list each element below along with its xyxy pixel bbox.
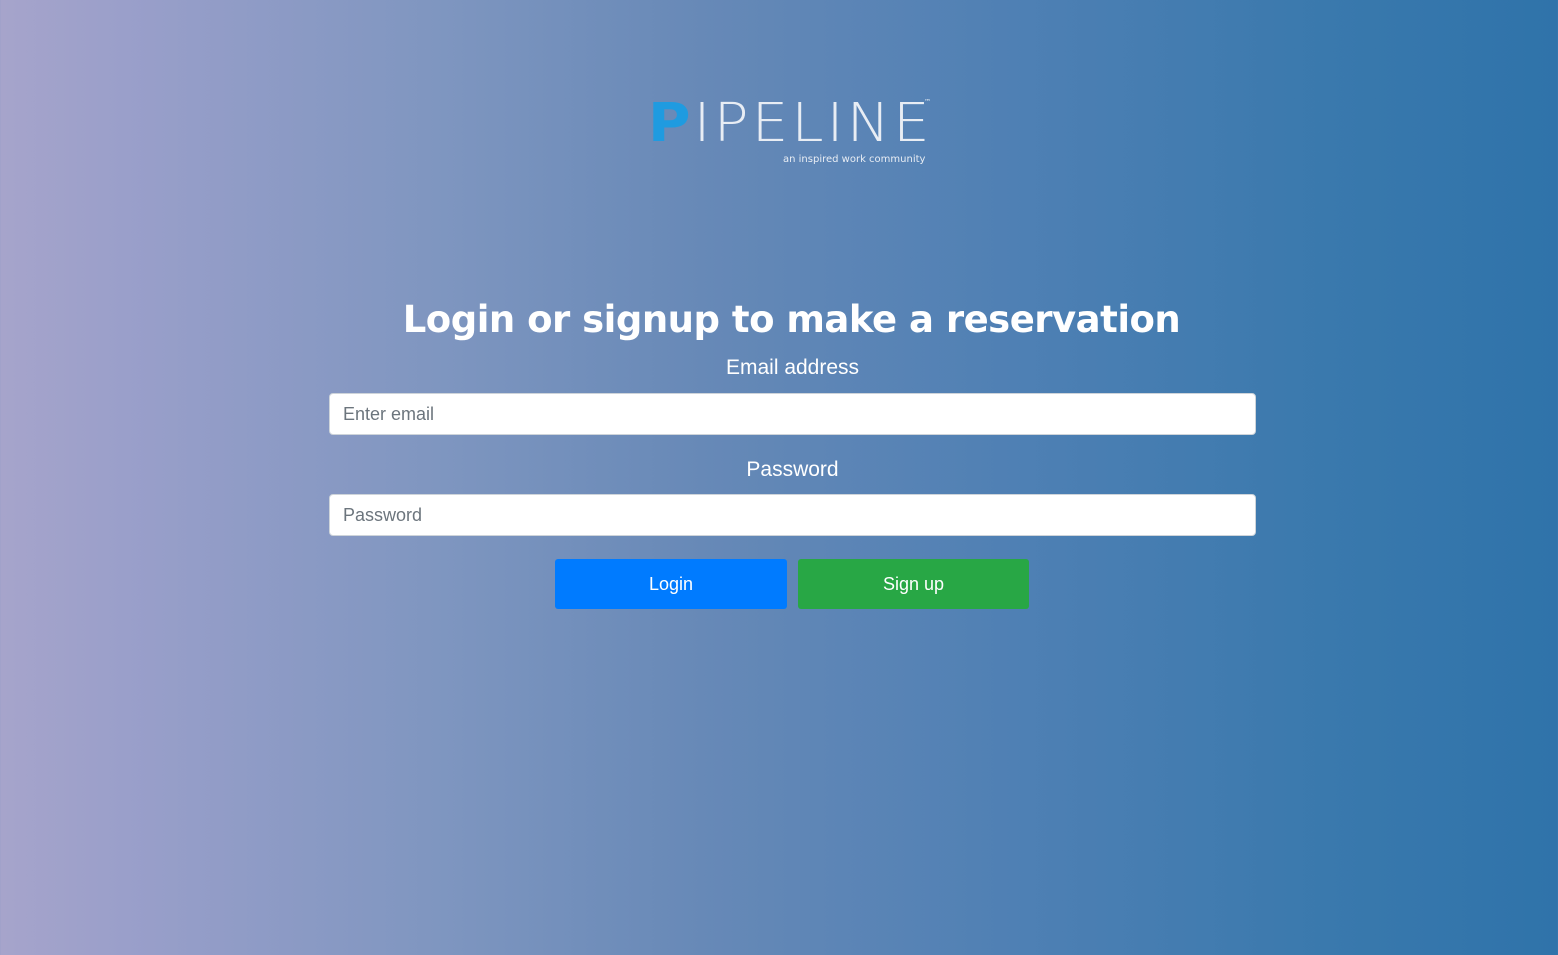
- logo-tagline: an inspired work community: [783, 154, 926, 165]
- pipeline-logo: PIPELINE ™ an inspired work community: [648, 96, 938, 168]
- action-buttons: Login Sign up: [555, 559, 1029, 609]
- logo-wordmark-rest: IPELINE: [693, 91, 933, 154]
- logo-first-letter: P: [648, 91, 694, 154]
- logo-wordmark: PIPELINE: [648, 96, 933, 149]
- password-input[interactable]: [329, 494, 1256, 536]
- email-label: Email address: [725, 356, 860, 379]
- signup-button[interactable]: Sign up: [798, 559, 1029, 609]
- email-input[interactable]: [329, 393, 1256, 435]
- page-heading: Login or signup to make a reservation: [402, 297, 1181, 341]
- login-form: Email address Password: [329, 352, 1256, 536]
- logo-trademark: ™: [924, 98, 931, 106]
- password-label: Password: [746, 458, 839, 481]
- login-button[interactable]: Login: [555, 559, 787, 609]
